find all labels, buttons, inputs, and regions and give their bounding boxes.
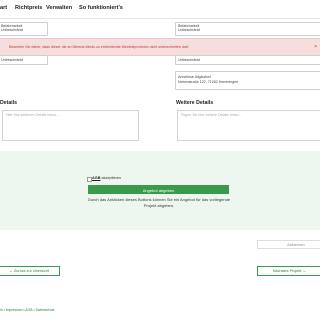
left-befahrbarkeit-field[interactable]: Befahrbarkeit Unbeschränkt: [0, 22, 48, 36]
cancel-button[interactable]: Abbrechen: [257, 240, 320, 249]
weitere-details-textarea[interactable]: [177, 110, 320, 141]
top-nav: art Richtpreis Verwalten So funktioniert…: [0, 0, 320, 19]
nav-item-verwalten[interactable]: Verwalten: [46, 5, 72, 11]
nav-item-art[interactable]: art: [0, 5, 7, 11]
left-befahrbarkeit-value: Unbeschränkt: [1, 28, 24, 32]
address-name: Anneliese Allgäubort: [178, 75, 211, 79]
agb-label: AGB akzeptieren: [92, 176, 121, 180]
right-befahrbarkeit-field[interactable]: Befahrbarkeit Unbeschränkt: [175, 22, 320, 36]
address-box[interactable]: Anneliese Allgäubort Nebenstraße 122, 71…: [175, 71, 320, 90]
offer-note: Durch das Anklicken dieses Buttons könne…: [87, 197, 231, 208]
footer-links[interactable]: ln • Impressum • AGB • Datenschutz: [0, 308, 54, 312]
alert-banner: Beachten Sie daher, dass dieser die an M…: [0, 38, 320, 56]
address-street: Nebenstraße 122, 71282 Hemmingen: [178, 80, 239, 84]
agb-link[interactable]: AGB: [92, 176, 100, 180]
next-project-button[interactable]: Nächstes Projekt →: [257, 266, 320, 276]
right-unbeschraenkt-field[interactable]: Unbeschränkt: [175, 55, 320, 65]
close-icon[interactable]: ×: [314, 44, 317, 50]
submit-offer-button[interactable]: Angebot abgeben: [88, 185, 229, 194]
details-textarea[interactable]: [2, 110, 139, 141]
alert-text: Beachten Sie daher, dass dieser die an M…: [9, 45, 190, 49]
details-title: Details: [0, 100, 18, 106]
right-unbeschraenkt-value: Unbeschränkt: [178, 58, 201, 62]
left-unbeschraenkt-field[interactable]: Unbeschränkt: [0, 55, 48, 65]
back-to-overview-button[interactable]: ← Zurück zur Übersicht: [0, 266, 60, 276]
weitere-details-title: Weitere Details: [176, 100, 214, 106]
nav-item-richtpreis[interactable]: Richtpreis: [15, 5, 42, 11]
agb-suffix: akzeptieren: [101, 176, 122, 180]
right-befahrbarkeit-value: Unbeschränkt: [178, 28, 201, 32]
left-unbeschraenkt-value: Unbeschränkt: [1, 58, 24, 62]
nav-item-so-funktionierts[interactable]: So funktioniert's: [79, 5, 123, 11]
